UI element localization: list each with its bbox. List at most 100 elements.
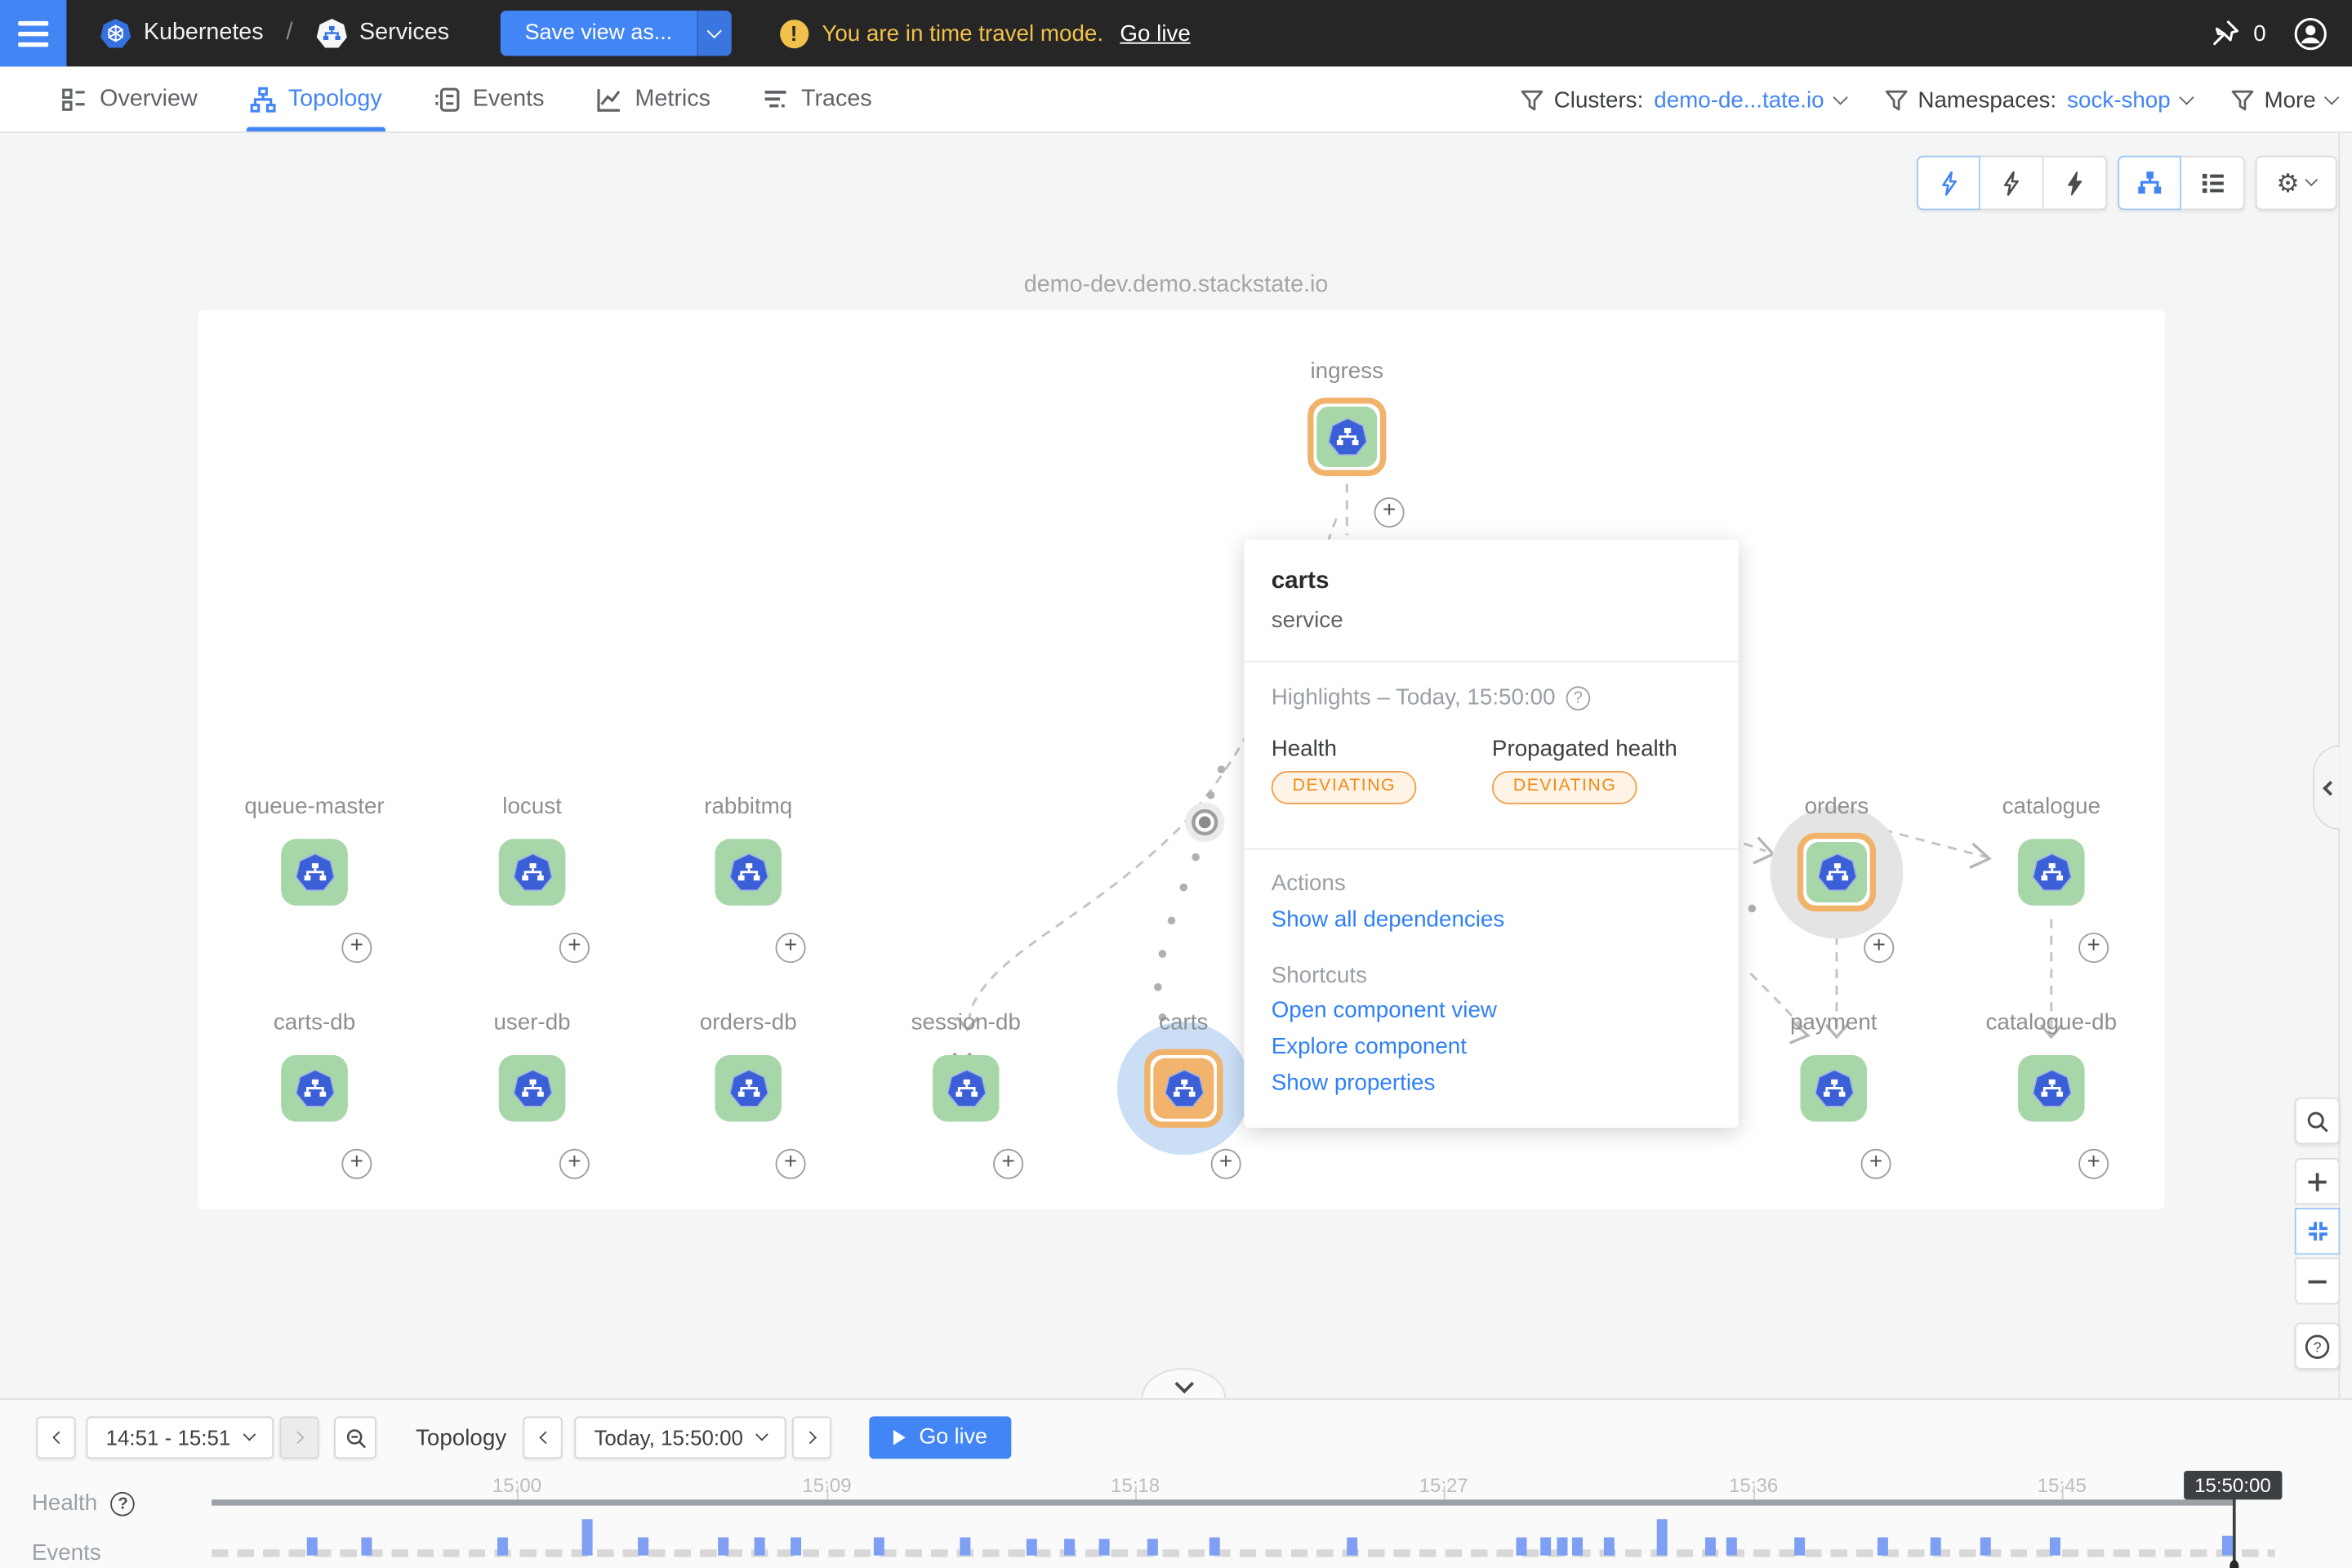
time-dropdown[interactable]: Today, 15:50:00 bbox=[574, 1416, 785, 1459]
pin-counter[interactable]: 0 bbox=[2208, 16, 2266, 50]
topology-node[interactable]: carts-db + bbox=[208, 1009, 420, 1209]
event-bar[interactable] bbox=[1209, 1537, 1220, 1555]
hamburger-menu-button[interactable] bbox=[0, 0, 66, 66]
expand-plus-button[interactable]: + bbox=[776, 1149, 806, 1179]
health-status-line[interactable] bbox=[212, 1499, 2233, 1505]
go-live-link[interactable]: Go live bbox=[1120, 20, 1190, 46]
event-bar[interactable] bbox=[1931, 1537, 1941, 1555]
settings-dropdown-button[interactable]: ⚙ bbox=[2256, 156, 2337, 211]
event-bar[interactable] bbox=[638, 1537, 648, 1555]
event-bar[interactable] bbox=[1347, 1537, 1357, 1555]
event-bar[interactable] bbox=[1657, 1519, 1668, 1555]
expand-plus-button[interactable]: + bbox=[2078, 933, 2109, 963]
event-bar[interactable] bbox=[1517, 1537, 1527, 1555]
current-time-marker[interactable] bbox=[2233, 1498, 2235, 1564]
event-bar[interactable] bbox=[755, 1537, 765, 1555]
right-panel-expand-handle[interactable] bbox=[2313, 746, 2340, 831]
breadcrumb-item[interactable]: Services bbox=[359, 20, 449, 47]
topology-node[interactable]: catalogue + bbox=[1945, 794, 2157, 993]
bolt-outline-button[interactable] bbox=[1980, 156, 2044, 211]
time-next-button[interactable] bbox=[792, 1416, 831, 1459]
topology-node[interactable]: orders + bbox=[1731, 794, 1942, 993]
expand-plus-button[interactable]: + bbox=[559, 1149, 590, 1179]
expand-plus-button[interactable]: + bbox=[559, 933, 590, 963]
node-box[interactable]: + bbox=[1797, 833, 1876, 911]
show-properties-link[interactable]: Show properties bbox=[1272, 1071, 1436, 1096]
go-live-button[interactable]: Go live bbox=[869, 1416, 1011, 1459]
topology-node[interactable]: orders-db + bbox=[643, 1009, 854, 1209]
node-box[interactable]: + bbox=[1801, 1055, 1867, 1121]
event-bar[interactable] bbox=[1794, 1537, 1805, 1555]
tab-traces[interactable]: Traces bbox=[762, 66, 872, 131]
user-avatar[interactable] bbox=[2293, 16, 2328, 51]
list-view-button[interactable] bbox=[2181, 156, 2245, 211]
health-help-icon[interactable]: ? bbox=[111, 1491, 136, 1516]
zoom-out-button[interactable] bbox=[2295, 1258, 2341, 1304]
bolt-filled-button[interactable] bbox=[2044, 156, 2108, 211]
event-bar[interactable] bbox=[1540, 1537, 1551, 1555]
topology-node[interactable]: catalogue-db + bbox=[1945, 1009, 2157, 1209]
node-box[interactable]: + 1 bbox=[1144, 1049, 1223, 1128]
topology-node[interactable]: payment + bbox=[1728, 1009, 1940, 1209]
event-bar[interactable] bbox=[2222, 1536, 2233, 1556]
open-component-view-link[interactable]: Open component view bbox=[1272, 998, 1497, 1023]
time-range-dropdown[interactable]: 14:51 - 15:51 bbox=[87, 1416, 274, 1459]
event-bar[interactable] bbox=[1980, 1537, 1991, 1555]
current-time-badge[interactable]: 15:50:00 bbox=[2184, 1471, 2282, 1499]
node-box[interactable]: + bbox=[715, 1055, 782, 1121]
zoom-out-time-button[interactable] bbox=[334, 1416, 376, 1459]
more-filters[interactable]: More bbox=[2231, 87, 2337, 112]
topology-node[interactable]: session-db + bbox=[860, 1009, 1071, 1209]
event-bar[interactable] bbox=[1064, 1539, 1075, 1555]
node-box[interactable]: + bbox=[1307, 398, 1386, 476]
time-prev-button[interactable] bbox=[523, 1416, 562, 1459]
event-bar[interactable] bbox=[1604, 1537, 1615, 1555]
node-box[interactable]: + bbox=[715, 839, 782, 905]
event-bar[interactable] bbox=[497, 1537, 508, 1555]
live-bolt-outline-blue-button[interactable] bbox=[1917, 156, 1980, 211]
topology-node[interactable]: queue-master + bbox=[208, 794, 420, 993]
canvas-help-button[interactable]: ? bbox=[2295, 1323, 2341, 1370]
tab-metrics[interactable]: Metrics bbox=[595, 66, 710, 131]
expand-plus-button[interactable]: + bbox=[1211, 1149, 1241, 1179]
show-all-dependencies-link[interactable]: Show all dependencies bbox=[1272, 907, 1505, 933]
node-box[interactable]: + bbox=[499, 839, 565, 905]
expand-plus-button[interactable]: + bbox=[1861, 1149, 1891, 1179]
expand-plus-button[interactable]: + bbox=[993, 1149, 1023, 1179]
event-bar[interactable] bbox=[1726, 1537, 1737, 1555]
event-bar[interactable] bbox=[582, 1519, 593, 1555]
tab-overview[interactable]: Overview bbox=[60, 66, 198, 131]
event-bar[interactable] bbox=[874, 1537, 884, 1555]
event-bar[interactable] bbox=[1027, 1539, 1037, 1555]
zoom-in-button[interactable] bbox=[2295, 1158, 2341, 1205]
fit-to-screen-button[interactable] bbox=[2295, 1208, 2341, 1254]
topology-node[interactable]: locust + bbox=[426, 794, 638, 993]
event-bar[interactable] bbox=[718, 1537, 728, 1555]
graph-view-button[interactable] bbox=[2118, 156, 2181, 211]
tab-events[interactable]: Events bbox=[434, 66, 545, 131]
topology-node[interactable]: user-db + bbox=[426, 1009, 638, 1209]
event-bar[interactable] bbox=[1557, 1537, 1568, 1555]
node-box[interactable]: + bbox=[2018, 1055, 2084, 1121]
search-button[interactable] bbox=[2295, 1098, 2341, 1144]
tab-topology[interactable]: Topology bbox=[249, 66, 382, 131]
expand-plus-button[interactable]: + bbox=[1374, 497, 1405, 528]
event-bar[interactable] bbox=[2050, 1537, 2060, 1555]
event-bar[interactable] bbox=[1147, 1539, 1158, 1555]
topology-canvas[interactable]: demo-dev.demo.stackstate.io bbox=[0, 133, 2352, 1398]
event-bar[interactable] bbox=[1705, 1537, 1716, 1555]
node-box[interactable]: + bbox=[281, 1055, 347, 1121]
expand-plus-button[interactable]: + bbox=[1864, 933, 1894, 963]
node-box[interactable]: + bbox=[933, 1055, 999, 1121]
clusters-filter[interactable]: Clusters: demo-de...tate.io bbox=[1521, 87, 1846, 112]
event-bar[interactable] bbox=[1099, 1539, 1110, 1555]
event-bar[interactable] bbox=[791, 1537, 801, 1555]
help-icon[interactable]: ? bbox=[1566, 685, 1590, 710]
event-bar[interactable] bbox=[1572, 1537, 1583, 1555]
explore-component-link[interactable]: Explore component bbox=[1272, 1034, 1467, 1059]
save-view-caret-button[interactable] bbox=[697, 11, 732, 56]
range-prev-button[interactable] bbox=[36, 1416, 75, 1459]
event-bar[interactable] bbox=[960, 1537, 970, 1555]
save-view-as-button[interactable]: Save view as... bbox=[501, 11, 697, 56]
event-bar[interactable] bbox=[361, 1537, 372, 1555]
